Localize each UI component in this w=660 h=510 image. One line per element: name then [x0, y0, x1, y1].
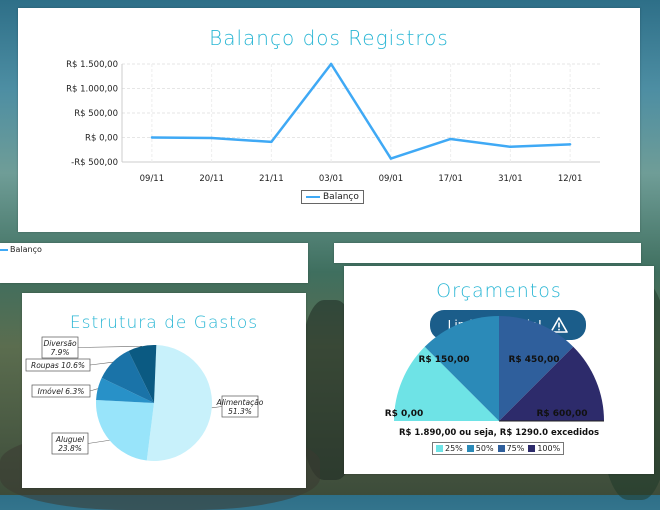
balance-chart-legend[interactable]: Balanço	[301, 190, 364, 204]
y-tick-label: R$ 1.000,00	[66, 85, 118, 95]
data-point	[389, 157, 393, 160]
series-line-balanco	[151, 62, 571, 160]
budget-card: Orçamentos Limite atingido! R$ 0,00R$ 15…	[344, 266, 654, 474]
legend-label: 25%	[445, 444, 463, 453]
pie-label-leader	[77, 345, 143, 348]
legend-swatch	[528, 445, 536, 452]
data-point	[509, 145, 512, 149]
gauge-tick-label: R$ 0,00	[385, 409, 424, 419]
x-tick-label: 31/01	[498, 174, 523, 184]
legend-item[interactable]: 25%	[436, 444, 463, 453]
legend-item[interactable]: 75%	[497, 444, 525, 453]
pie-label-text: 7.9%	[50, 348, 69, 357]
x-tick-label: 09/01	[379, 174, 404, 184]
budget-card	[334, 243, 641, 263]
data-point	[270, 140, 273, 144]
y-tick-label: R$ 1.500,00	[66, 60, 118, 70]
pie-label-text: Aluguel	[55, 435, 85, 444]
expenses-structure-card: Estrutura de Gastos Alimentação 51.3% Alug…	[22, 293, 306, 488]
pie-label-leader	[87, 439, 110, 444]
data-point	[568, 143, 572, 146]
pie-label-text: Roupas 10.6%	[31, 361, 85, 370]
x-tick-label: 03/01	[319, 174, 344, 184]
pie-label-leader	[89, 388, 98, 392]
pie-label-leader	[89, 361, 113, 366]
x-tick-label: 17/01	[438, 174, 463, 184]
expenses-pie-chart: Alimentação51.3% Aluguel23.8% Imóvel 6.3% R…	[25, 336, 264, 461]
budget-legend: 25% 50% 75% 100%	[432, 442, 565, 455]
legend-label: Balanço	[323, 192, 359, 202]
x-tick-label: 12/01	[558, 174, 583, 184]
y-tick-label: R$ 0,00	[85, 134, 118, 144]
background-card-legend: Balanço	[0, 245, 42, 254]
legend-swatch	[436, 445, 443, 452]
gauge-tick-label: R$ 600,00	[536, 409, 587, 419]
gauge-tick-label: R$ 150,00	[418, 355, 469, 365]
legend-item[interactable]: 50%	[466, 444, 494, 453]
pie-label-text: Diversão	[43, 339, 76, 348]
legend-item[interactable]: 100%	[528, 444, 560, 453]
budget-summary: R$ 1.890,00 ou seja, R$ 1290.0 excedidos	[398, 428, 600, 438]
legend-swatch	[497, 445, 505, 452]
legend-line-swatch	[306, 196, 320, 198]
legend-label: Balanço	[10, 245, 42, 254]
legend-label: 50%	[475, 444, 494, 453]
gauge-tick-label: R$ 450,00	[508, 355, 559, 365]
x-tick-label: 09/11	[140, 174, 165, 184]
background-card: Balanço	[0, 243, 308, 283]
pie-label-text: 51.3%	[228, 407, 252, 416]
data-point	[449, 137, 452, 141]
balance-chart-card: Balanço dos Registros -R$ 500,00 R$ 0,00 R…	[18, 8, 640, 232]
legend-label: 75%	[506, 444, 525, 453]
x-tick-label: 21/11	[259, 174, 284, 184]
legend-swatch	[466, 445, 474, 452]
legend-line-swatch	[0, 248, 8, 251]
pie-slice-aluguel	[96, 400, 154, 461]
x-tick-label: 20/11	[199, 174, 224, 184]
data-point	[329, 62, 333, 66]
pie-label-text: Imóvel 6.3%	[38, 387, 85, 396]
pie-slice-alimentação	[146, 345, 213, 461]
pie-label-text: Alimentação	[216, 398, 264, 407]
data-point	[210, 136, 213, 140]
y-tick-label: -R$ 500,00	[71, 158, 118, 168]
y-tick-label: R$ 500,00	[74, 109, 118, 119]
pie-label-text: 23.8%	[58, 444, 82, 453]
data-point	[150, 136, 154, 139]
legend-label: 100%	[537, 444, 561, 453]
